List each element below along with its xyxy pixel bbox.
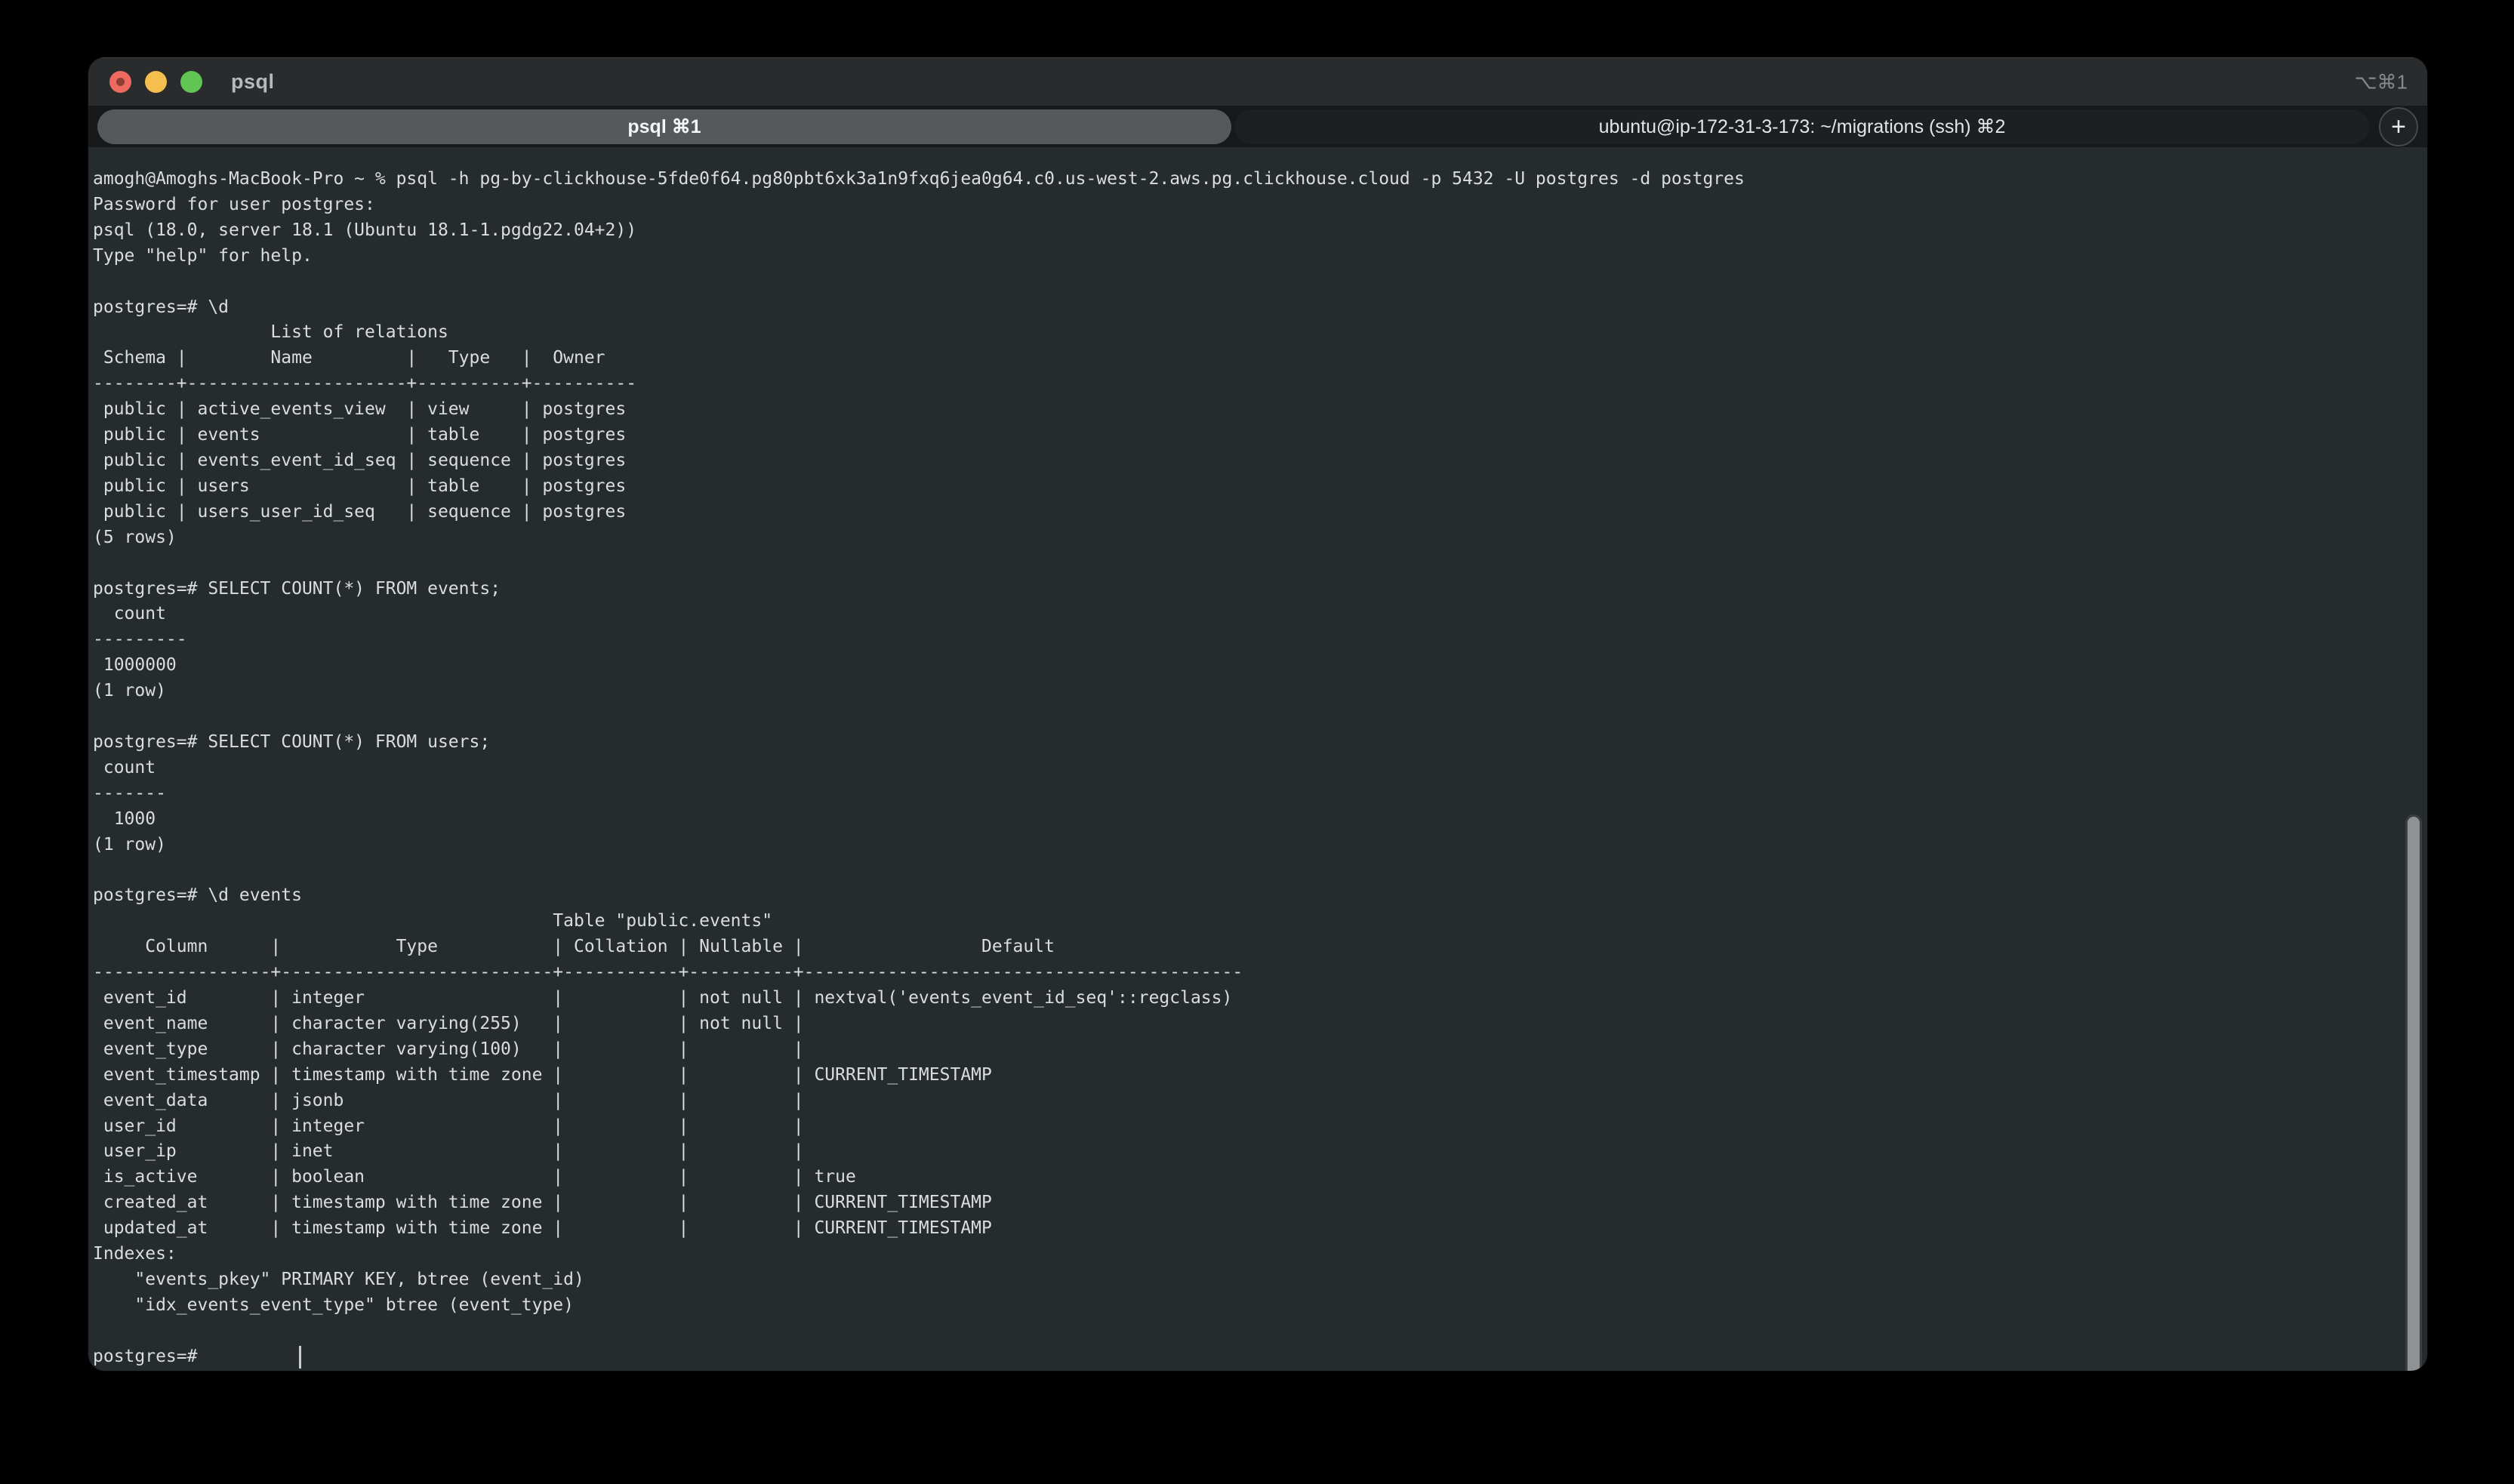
tab-ssh-migrations[interactable]: ubuntu@ip-172-31-3-173: ~/migrations (ss… [1235,109,2369,144]
close-button[interactable] [109,71,131,93]
tab-psql[interactable]: psql ⌘1 [97,109,1231,144]
window-title: psql [231,70,275,94]
terminal-output: amogh@Amoghs-MacBook-Pro ~ % psql -h pg-… [88,147,2427,1370]
window-shortcut-hint: ⌥⌘1 [2355,70,2408,94]
terminal-content[interactable]: amogh@Amoghs-MacBook-Pro ~ % psql -h pg-… [88,147,2427,1371]
traffic-lights [88,71,202,93]
new-tab-button[interactable]: + [2379,107,2418,146]
tab-bar: psql ⌘1 ubuntu@ip-172-31-3-173: ~/migrat… [88,106,2427,147]
titlebar[interactable]: psql ⌥⌘1 [88,57,2427,106]
scrollbar-thumb[interactable] [2405,814,2422,1371]
terminal-window: psql ⌥⌘1 psql ⌘1 ubuntu@ip-172-31-3-173:… [88,57,2427,1371]
minimize-button[interactable] [145,71,167,93]
zoom-button[interactable] [180,71,202,93]
terminal-cursor [299,1346,301,1369]
